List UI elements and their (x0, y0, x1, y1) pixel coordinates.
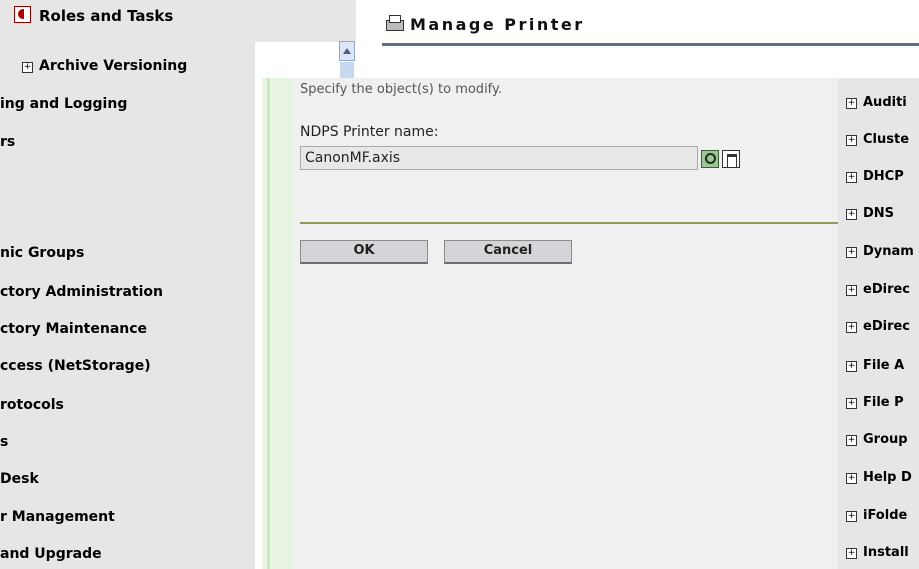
printer-icon (384, 14, 404, 32)
nav-label: DNS (863, 206, 895, 221)
nav-item-groups[interactable]: s (0, 434, 8, 450)
roles-tasks-label: Roles and Tasks (39, 7, 174, 25)
browse-icon[interactable] (722, 150, 740, 168)
plus-icon[interactable]: + (846, 473, 857, 484)
nav-label: File P (863, 395, 904, 410)
nav-item-file-access[interactable]: ccess (NetStorage) (0, 358, 151, 374)
nav-item-edirectory-1[interactable]: + eDirec (846, 282, 910, 297)
nav-label: Auditi (863, 95, 907, 110)
nav-item-directory-administration[interactable]: ctory Administration (0, 284, 163, 300)
instruction-text: Specify the object(s) to modify. (300, 82, 502, 97)
nav-item-auditing[interactable]: + Auditi (846, 95, 907, 110)
nav-item-archive-versioning[interactable]: + Archive Versioning (22, 58, 187, 74)
plus-icon[interactable]: + (846, 172, 857, 183)
printer-name-label: NDPS Printer name: (300, 124, 439, 140)
plus-icon[interactable]: + (846, 511, 857, 522)
nav-item-file-protocols[interactable]: rotocols (0, 397, 64, 413)
nav-label: File A (863, 358, 905, 373)
plus-icon[interactable]: + (846, 361, 857, 372)
nav-item-dynamic-groups[interactable]: nic Groups (0, 245, 84, 261)
nav-label: Dynam (863, 244, 914, 259)
nav-item-clusters-right[interactable]: + Cluste (846, 132, 909, 147)
nav-item-auditing-logging[interactable]: ing and Logging (0, 96, 127, 112)
nav-item-directory-maintenance[interactable]: ctory Maintenance (0, 321, 147, 337)
nav-item-ifolder-right[interactable]: + iFolde (846, 508, 907, 523)
ok-button[interactable]: OK (300, 240, 428, 264)
plus-icon[interactable]: + (846, 135, 857, 146)
search-icon[interactable] (701, 150, 719, 168)
nav-label: DHCP (863, 169, 904, 184)
nav-item-ifolder-management[interactable]: r Management (0, 509, 115, 525)
plus-icon[interactable]: + (846, 209, 857, 220)
nav-item-file-protocols-right[interactable]: + File P (846, 395, 904, 410)
form-divider (300, 222, 838, 224)
nav-label: iFolde (863, 508, 908, 523)
cancel-button[interactable]: Cancel (444, 240, 572, 264)
nav-item-edirectory-2[interactable]: + eDirec (846, 319, 910, 334)
plus-icon[interactable]: + (846, 322, 857, 333)
nav-label: eDirec (863, 319, 910, 334)
plus-icon[interactable]: + (846, 435, 857, 446)
left-navigation: ing and Logging rs nic Groups ctory Admi… (0, 0, 255, 569)
plus-icon[interactable]: + (846, 285, 857, 296)
nav-item-clusters[interactable]: rs (0, 134, 15, 150)
plus-icon[interactable]: + (22, 62, 33, 73)
nav-item-file-access-right[interactable]: + File A (846, 358, 904, 373)
title-divider (382, 43, 919, 46)
nav-label: Cluste (863, 132, 910, 147)
scroll-up-icon[interactable] (339, 41, 355, 61)
page-title-text: Manage Printer (410, 15, 585, 34)
right-navigation: + Auditi + Cluste + DHCP + DNS + Dynam + eDire… (838, 78, 919, 569)
nav-item-help-desk[interactable]: Desk (0, 471, 39, 487)
nav-item-install-right[interactable]: + Install (846, 545, 909, 560)
plus-icon[interactable]: + (846, 548, 857, 559)
nav-item-help-desk-right[interactable]: + Help D (846, 470, 912, 485)
nav-label: Help D (863, 470, 912, 485)
nav-label: Install (863, 545, 909, 560)
nav-item-dns[interactable]: + DNS (846, 206, 894, 221)
plus-icon[interactable]: + (846, 398, 857, 409)
plus-icon[interactable]: + (846, 247, 857, 258)
nav-item-dynamic[interactable]: + Dynam (846, 244, 914, 259)
printer-name-input[interactable] (300, 146, 698, 170)
archive-label: Archive Versioning (39, 58, 188, 74)
page-title: Manage Printer (384, 14, 585, 34)
nav-label: eDirec (863, 282, 910, 297)
nav-label: Group (863, 432, 908, 447)
nav-item-install-upgrade[interactable]: and Upgrade (0, 546, 102, 562)
roles-tasks-tab[interactable]: Roles and Tasks (14, 6, 173, 25)
plus-icon[interactable]: + (846, 98, 857, 109)
scrollbar-track[interactable] (267, 78, 270, 569)
nav-item-groups-right[interactable]: + Group (846, 432, 908, 447)
nav-item-dhcp[interactable]: + DHCP (846, 169, 904, 184)
roles-icon (14, 6, 31, 23)
